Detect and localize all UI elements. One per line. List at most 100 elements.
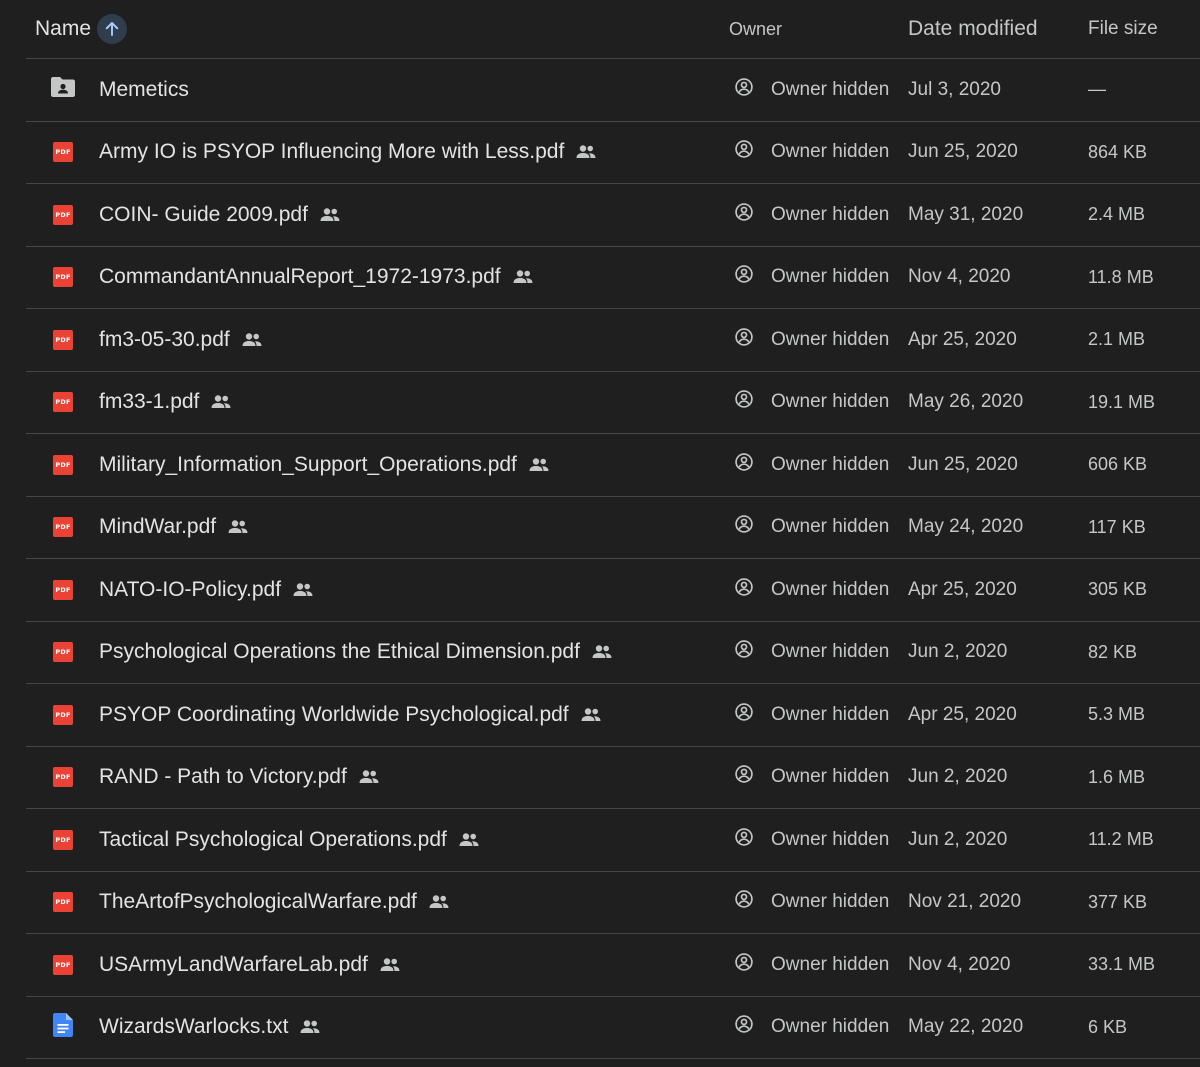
file-name[interactable]: NATO-IO-Policy.pdf — [99, 578, 281, 602]
owner-name: Owner hidden — [771, 703, 890, 725]
file-name-cell: WizardsWarlocks.txt — [99, 997, 321, 1059]
shared-folder-icon — [50, 76, 76, 103]
owner-name: Owner hidden — [771, 328, 890, 350]
file-name[interactable]: CommandantAnnualReport_1972-1973.pdf — [99, 265, 501, 289]
name-column-header[interactable]: Name — [35, 0, 128, 58]
file-size-cell: 117 KB — [1088, 516, 1146, 537]
file-name[interactable]: RAND - Path to Victory.pdf — [99, 765, 347, 789]
file-name[interactable]: WizardsWarlocks.txt — [99, 1015, 288, 1039]
file-row[interactable]: PDF NATO-IO-Policy.pdf Owner hidden Apr … — [26, 559, 1200, 622]
file-name-cell: RAND - Path to Victory.pdf — [99, 747, 380, 809]
owner-cell: Owner hidden — [734, 309, 889, 371]
file-row[interactable]: PDF COIN- Guide 2009.pdf Owner hidden Ma… — [26, 184, 1200, 247]
file-rows: Memetics Owner hidden Jul 3, 2020 — PDF … — [26, 59, 1200, 1059]
file-name[interactable]: Memetics — [99, 78, 189, 102]
file-type-icon-cell: PDF — [50, 559, 76, 621]
date-modified-column-header[interactable]: Date modified — [908, 0, 1038, 58]
file-row[interactable]: PDF TheArtofPsychologicalWarfare.pdf Own… — [26, 872, 1200, 934]
file-row[interactable]: PDF MindWar.pdf Owner hidden May 24, 202… — [26, 497, 1200, 559]
file-size-cell: 305 KB — [1088, 579, 1148, 600]
file-name[interactable]: TheArtofPsychologicalWarfare.pdf — [99, 890, 417, 914]
file-row[interactable]: PDF Army IO is PSYOP Influencing More wi… — [26, 122, 1200, 184]
file-name[interactable]: fm3-05-30.pdf — [99, 328, 230, 352]
pdf-icon: PDF — [53, 954, 73, 975]
file-size-cell: 5.3 MB — [1088, 704, 1146, 725]
date-modified-cell: Apr 25, 2020 — [908, 703, 1017, 725]
file-name-cell: NATO-IO-Policy.pdf — [99, 559, 314, 621]
file-row[interactable]: PDF CommandantAnnualReport_1972-1973.pdf — [26, 247, 1200, 309]
file-size-cell: 864 KB — [1088, 141, 1148, 162]
account-circle-icon — [734, 452, 754, 478]
file-type-icon-cell — [50, 997, 76, 1059]
shared-people-icon — [319, 207, 341, 223]
file-name[interactable]: USArmyLandWarfareLab.pdf — [99, 953, 368, 977]
date-modified-cell: Nov 4, 2020 — [908, 266, 1011, 288]
file-type-icon-cell: PDF — [50, 372, 76, 434]
account-circle-icon — [734, 702, 754, 728]
file-type-icon-cell: PDF — [50, 247, 76, 309]
file-name-cell: Psychological Operations the Ethical Dim… — [99, 622, 613, 684]
file-name[interactable]: Army IO is PSYOP Influencing More with L… — [99, 140, 564, 164]
owner-cell: Owner hidden — [734, 684, 889, 746]
shared-people-icon — [428, 894, 450, 910]
pdf-icon: PDF — [53, 704, 73, 725]
file-row[interactable]: PDF Military_Information_Support_Operati… — [26, 434, 1200, 497]
date-modified-cell: May 31, 2020 — [908, 203, 1024, 225]
owner-cell: Owner hidden — [734, 372, 889, 434]
account-circle-icon — [734, 327, 754, 353]
file-row[interactable]: PDF RAND - Path to Victory.pdf Owner hid… — [26, 747, 1200, 809]
owner-cell: Owner hidden — [734, 434, 889, 496]
file-row[interactable]: Memetics Owner hidden Jul 3, 2020 — — [26, 59, 1200, 122]
text-document-icon — [53, 1012, 73, 1042]
file-size-cell: 33.1 MB — [1088, 954, 1156, 975]
file-row[interactable]: PDF Psychological Operations the Ethical… — [26, 622, 1200, 684]
file-row[interactable]: PDF USArmyLandWarfareLab.pdf Owner hidde… — [26, 934, 1200, 997]
file-type-icon-cell: PDF — [50, 809, 76, 871]
file-name[interactable]: Military_Information_Support_Operations.… — [99, 453, 517, 477]
file-size-cell: 11.8 MB — [1088, 266, 1154, 287]
owner-name: Owner hidden — [771, 516, 890, 538]
owner-cell: Owner hidden — [734, 184, 889, 246]
pdf-icon: PDF — [53, 454, 73, 475]
file-row[interactable]: PDF fm33-1.pdf Owner hidden May 26, 2020… — [26, 372, 1200, 434]
shared-people-icon — [528, 457, 550, 473]
date-modified-cell: Jul 3, 2020 — [908, 78, 1001, 100]
owner-name: Owner hidden — [771, 953, 890, 975]
owner-column-header[interactable]: Owner — [729, 0, 782, 58]
account-circle-icon — [734, 952, 754, 978]
file-type-icon-cell: PDF — [50, 872, 76, 934]
file-name[interactable]: PSYOP Coordinating Worldwide Psychologic… — [99, 703, 569, 727]
file-size-column-header[interactable]: File size — [1088, 0, 1158, 58]
pdf-icon: PDF — [53, 579, 73, 600]
shared-people-icon — [227, 519, 249, 535]
file-name[interactable]: COIN- Guide 2009.pdf — [99, 203, 308, 227]
owner-name: Owner hidden — [771, 78, 890, 100]
owner-cell: Owner hidden — [734, 559, 889, 621]
file-name[interactable]: fm33-1.pdf — [99, 390, 199, 414]
file-type-icon-cell: PDF — [50, 497, 76, 559]
file-name-cell: Memetics — [99, 59, 189, 121]
file-row[interactable]: PDF fm3-05-30.pdf Owner hidden Apr 25, 2… — [26, 309, 1200, 372]
file-name-cell: PSYOP Coordinating Worldwide Psychologic… — [99, 684, 602, 746]
file-size-cell: 606 KB — [1088, 454, 1148, 475]
file-row[interactable]: WizardsWarlocks.txt Owner hidden May 22,… — [26, 997, 1200, 1059]
shared-people-icon — [458, 832, 480, 848]
date-modified-cell: Nov 21, 2020 — [908, 891, 1022, 913]
owner-name: Owner hidden — [771, 641, 890, 663]
file-row[interactable]: PDF PSYOP Coordinating Worldwide Psychol… — [26, 684, 1200, 747]
file-row[interactable]: PDF Tactical Psychological Operations.pd… — [26, 809, 1200, 872]
file-name-cell: Tactical Psychological Operations.pdf — [99, 809, 480, 871]
account-circle-icon — [734, 264, 754, 290]
file-name[interactable]: Psychological Operations the Ethical Dim… — [99, 640, 580, 664]
file-name-cell: MindWar.pdf — [99, 497, 249, 559]
owner-name: Owner hidden — [771, 391, 890, 413]
file-type-icon-cell — [50, 59, 76, 121]
owner-name: Owner hidden — [771, 266, 890, 288]
owner-cell: Owner hidden — [734, 497, 889, 559]
file-size-cell: 377 KB — [1088, 891, 1148, 912]
file-name[interactable]: Tactical Psychological Operations.pdf — [99, 828, 447, 852]
file-name[interactable]: MindWar.pdf — [99, 515, 216, 539]
owner-cell: Owner hidden — [734, 809, 889, 871]
file-type-icon-cell: PDF — [50, 434, 76, 496]
sort-direction-button[interactable] — [97, 14, 128, 44]
